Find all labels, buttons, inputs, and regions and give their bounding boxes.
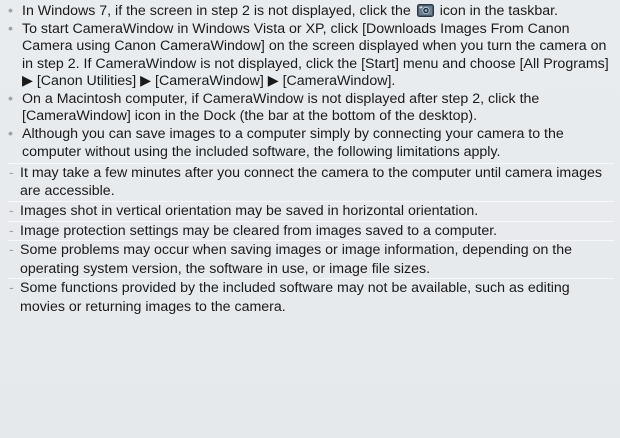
note-macintosh: • On a Macintosh computer, if CameraWind… [8, 91, 614, 125]
bullet: • [8, 21, 13, 38]
limitation-text: Images shot in vertical orientation may … [20, 203, 479, 220]
note-text: icon in the taskbar. [439, 3, 558, 19]
bullet: • [8, 3, 13, 19]
bullet: • [8, 126, 13, 143]
limitation-text: Image protection settings may be cleared… [20, 222, 498, 239]
notes-panel: • In Windows 7, if the screen in step 2 … [0, 0, 620, 438]
limitation-item: - Image protection settings may be clear… [8, 220, 614, 241]
dash: - [9, 242, 14, 259]
dash: - [9, 280, 14, 297]
camerawindow-taskbar-icon [416, 4, 434, 17]
dash: - [9, 203, 14, 220]
note-windows7: • In Windows 7, if the screen in step 2 … [8, 3, 614, 20]
limitation-item: - Some problems may occur when saving im… [8, 240, 614, 278]
limitation-item: - Some functions provided by the include… [8, 278, 614, 316]
dash: - [9, 164, 14, 181]
limitation-text: Some functions provided by the included … [20, 280, 570, 315]
note-text: In Windows 7, if the screen in step 2 is… [22, 3, 411, 19]
limitation-item: - It may take a few minutes after you co… [8, 162, 614, 201]
note-text: To start CameraWindow in Windows Vista o… [22, 21, 609, 89]
dash: - [9, 222, 14, 239]
notes-list: • In Windows 7, if the screen in step 2 … [0, 0, 620, 317]
bullet: • [8, 91, 13, 108]
limitation-item: - Images shot in vertical orientation ma… [8, 201, 614, 221]
limitation-text: It may take a few minutes after you conn… [20, 164, 602, 200]
note-windows-vista-xp: • To start CameraWindow in Windows Vista… [8, 21, 614, 90]
note-text: Although you can save images to a comput… [22, 126, 564, 160]
note-limitations: • Although you can save images to a comp… [8, 126, 614, 316]
limitations-list: - It may take a few minutes after you co… [8, 162, 614, 317]
limitation-text: Some problems may occur when saving imag… [20, 242, 573, 277]
note-text: On a Macintosh computer, if CameraWindow… [22, 91, 540, 125]
